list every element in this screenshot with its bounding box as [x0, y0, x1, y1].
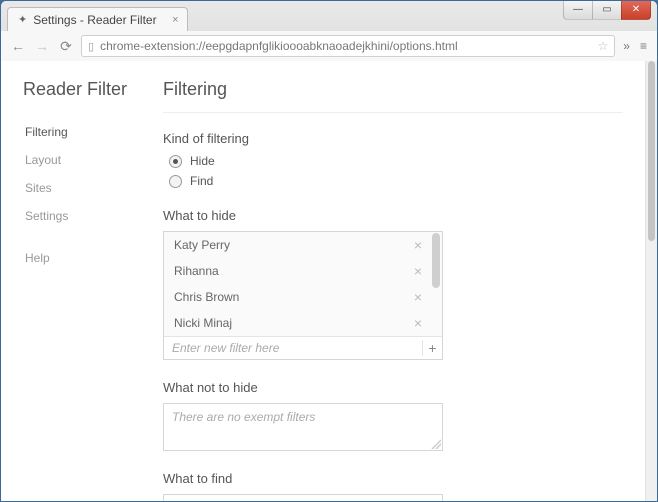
forward-icon[interactable]: →: [33, 38, 51, 54]
hide-new-input[interactable]: [164, 337, 422, 359]
kind-label: Kind of filtering: [163, 131, 623, 146]
radio-icon: [169, 175, 182, 188]
remove-filter-icon[interactable]: ×: [412, 315, 424, 331]
section-not-hide: What not to hide There are no exempt fil…: [163, 380, 623, 451]
filter-item[interactable]: Rihanna ×: [164, 258, 442, 284]
browser-tab[interactable]: ✦ Settings - Reader Filter ×: [7, 7, 188, 31]
find-textarea[interactable]: There are no highlight filters: [163, 494, 443, 501]
close-tab-icon[interactable]: ×: [172, 14, 178, 26]
filter-item-label: Chris Brown: [174, 290, 239, 304]
filter-item-label: Rihanna: [174, 264, 219, 278]
section-find: What to find There are no highlight filt…: [163, 471, 623, 501]
hide-list-scrollbar[interactable]: [431, 233, 441, 339]
radio-find[interactable]: Find: [169, 174, 623, 188]
sidebar-item-settings[interactable]: Settings: [23, 202, 163, 230]
window-controls: — ▭ ✕: [564, 0, 651, 20]
filter-item[interactable]: Nicki Minaj ×: [164, 310, 442, 336]
toolbar: ← → ⟳ ▯ chrome-extension://eepgdapnfglik…: [1, 31, 657, 61]
find-label: What to find: [163, 471, 623, 486]
hide-label: What to hide: [163, 208, 623, 223]
radio-icon: [169, 155, 182, 168]
sidebar-item-layout[interactable]: Layout: [23, 146, 163, 174]
browser-chrome: — ▭ ✕ ✦ Settings - Reader Filter × ← → ⟳…: [1, 1, 657, 61]
not-hide-textarea[interactable]: There are no exempt filters: [163, 403, 443, 451]
not-hide-label: What not to hide: [163, 380, 623, 395]
sidebar-item-filtering[interactable]: Filtering: [23, 118, 163, 146]
section-kind: Kind of filtering Hide Find: [163, 131, 623, 188]
hide-new-row: +: [164, 336, 442, 359]
radio-label: Find: [190, 174, 213, 188]
minimize-button[interactable]: —: [563, 0, 593, 20]
hide-list: Katy Perry×Rihanna×Chris Brown×Nicki Min…: [163, 231, 443, 360]
remove-filter-icon[interactable]: ×: [412, 289, 424, 305]
filter-item-label: Nicki Minaj: [174, 316, 232, 330]
filter-item[interactable]: Katy Perry ×: [164, 232, 442, 258]
main-panel: Filtering Kind of filtering Hide Find Wha…: [163, 79, 623, 501]
remove-filter-icon[interactable]: ×: [412, 237, 424, 253]
maximize-button[interactable]: ▭: [592, 0, 622, 20]
sidebar-item-help[interactable]: Help: [23, 244, 163, 272]
filter-item[interactable]: Chris Brown ×: [164, 284, 442, 310]
tab-favicon-icon: ✦: [18, 13, 27, 26]
radio-hide[interactable]: Hide: [169, 154, 623, 168]
page-scrollbar[interactable]: [645, 61, 657, 501]
add-filter-button[interactable]: +: [422, 340, 442, 356]
bookmark-star-icon[interactable]: ☆: [598, 39, 609, 53]
page-icon: ▯: [88, 40, 94, 53]
tab-title: Settings - Reader Filter: [33, 13, 156, 27]
sidebar: Reader Filter FilteringLayoutSitesSettin…: [23, 79, 163, 501]
radio-label: Hide: [190, 154, 215, 168]
viewport: Reader Filter FilteringLayoutSitesSettin…: [1, 61, 657, 501]
url-text: chrome-extension://eepgdapnfglikioooabkn…: [100, 39, 458, 53]
options-page: Reader Filter FilteringLayoutSitesSettin…: [1, 61, 645, 501]
back-icon[interactable]: ←: [9, 38, 27, 54]
section-hide: What to hide Katy Perry×Rihanna×Chris Br…: [163, 208, 623, 360]
extensions-chevron-icon[interactable]: »: [621, 39, 632, 53]
address-bar[interactable]: ▯ chrome-extension://eepgdapnfglikioooab…: [81, 35, 615, 57]
menu-icon[interactable]: ≡: [638, 39, 649, 53]
remove-filter-icon[interactable]: ×: [412, 263, 424, 279]
scroll-thumb[interactable]: [648, 61, 655, 241]
browser-window: — ▭ ✕ ✦ Settings - Reader Filter × ← → ⟳…: [0, 0, 658, 502]
app-title: Reader Filter: [23, 79, 163, 100]
reload-icon[interactable]: ⟳: [57, 38, 75, 55]
filter-item-label: Katy Perry: [174, 238, 230, 252]
page-heading: Filtering: [163, 79, 623, 113]
sidebar-item-sites[interactable]: Sites: [23, 174, 163, 202]
close-button[interactable]: ✕: [621, 0, 651, 20]
